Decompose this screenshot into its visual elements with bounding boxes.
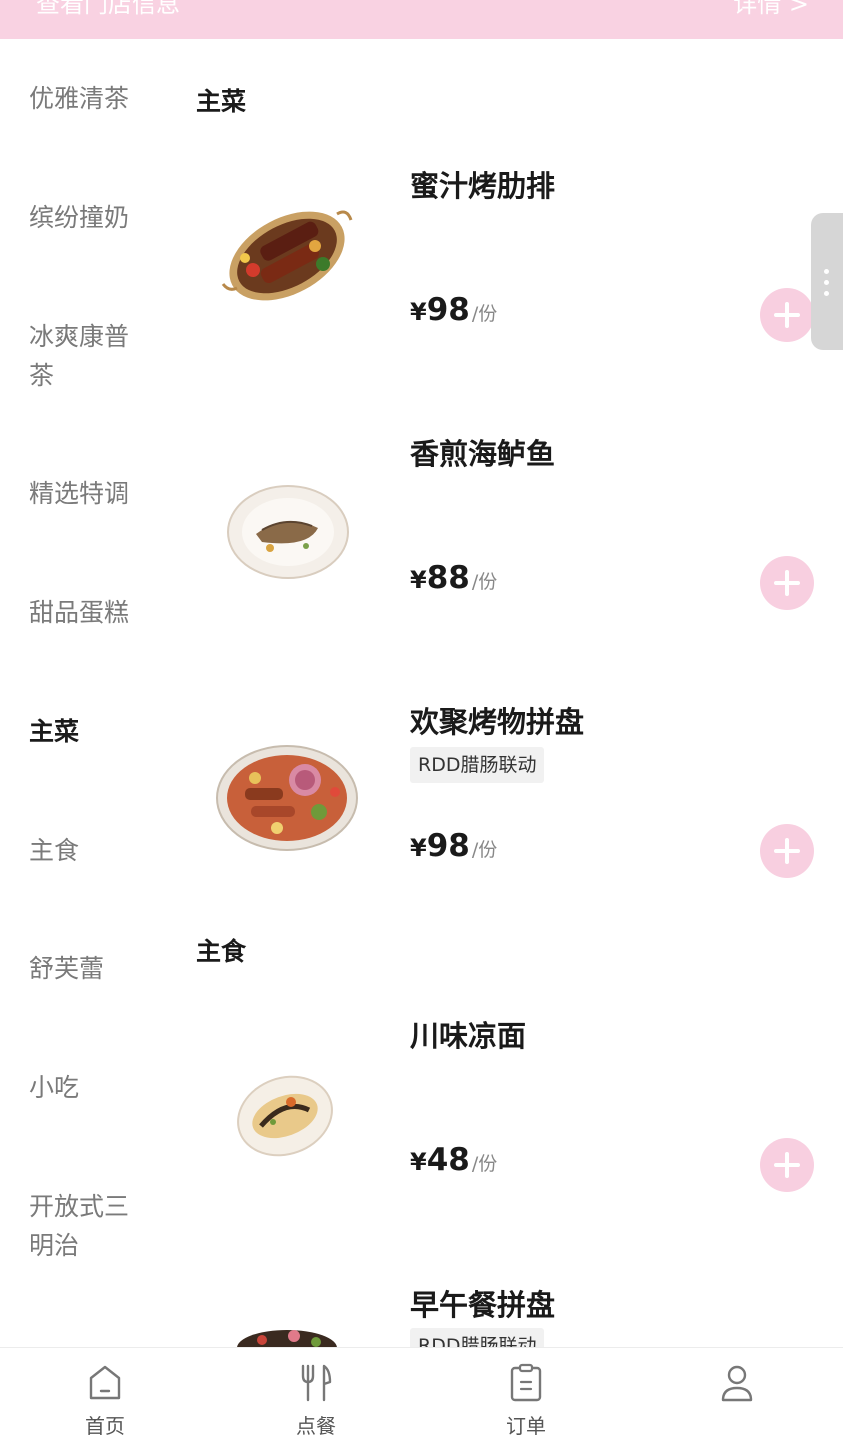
- details-link[interactable]: 详情 >: [733, 0, 809, 19]
- tab-label: 订单: [506, 1414, 546, 1438]
- store-info-banner[interactable]: 查看门店信息 详情 >: [0, 0, 843, 39]
- dish-image-ribs[interactable]: [215, 198, 360, 310]
- add-to-cart-button[interactable]: [760, 1138, 814, 1192]
- section-title: 主菜: [196, 87, 247, 116]
- add-to-cart-button[interactable]: [760, 288, 814, 342]
- category-item[interactable]: 开放式三明治: [29, 1187, 149, 1265]
- dish-image-grill-platter[interactable]: [215, 742, 360, 854]
- order-list-icon: [510, 1363, 542, 1402]
- tab-profile[interactable]: [677, 1348, 797, 1443]
- promo-tag: RDD腊肠联动: [410, 747, 545, 783]
- dish-name[interactable]: 蜜汁烤肋排: [410, 163, 555, 205]
- category-sidebar: 优雅清茶 缤纷撞奶 冰爽康普茶 精选特调 甜品蛋糕 主菜 主食 舒芙蕾 小吃 开…: [0, 39, 180, 1347]
- dish-price: ¥48/份: [410, 1142, 498, 1178]
- tab-orders[interactable]: 订单: [466, 1348, 586, 1443]
- dish-name[interactable]: 欢聚烤物拼盘: [410, 699, 584, 741]
- category-item[interactable]: 小吃: [29, 1068, 149, 1107]
- category-item[interactable]: 主食: [29, 831, 149, 870]
- dish-image-cold-noodles[interactable]: [233, 1072, 337, 1158]
- dish-price: ¥88/份: [410, 560, 498, 596]
- store-info-text: 查看门店信息: [36, 0, 180, 18]
- dish-price: ¥98/份: [410, 828, 498, 864]
- tab-label: 首页: [85, 1414, 125, 1438]
- category-item[interactable]: 舒芙蕾: [29, 949, 149, 988]
- category-item-active[interactable]: 主菜: [29, 712, 149, 751]
- fork-knife-icon: [301, 1364, 332, 1402]
- category-item[interactable]: 甜品蛋糕: [29, 593, 149, 632]
- dish-name[interactable]: 香煎海鲈鱼: [410, 431, 555, 473]
- dish-image-sea-bass[interactable]: [226, 482, 350, 582]
- category-item[interactable]: 冰爽康普茶: [29, 317, 149, 395]
- add-to-cart-button[interactable]: [760, 824, 814, 878]
- bottom-tab-bar: 首页 点餐 订单: [0, 1347, 843, 1443]
- tab-label: 点餐: [296, 1414, 336, 1438]
- category-item[interactable]: 缤纷撞奶: [29, 198, 149, 237]
- tab-order-food[interactable]: 点餐: [256, 1348, 376, 1443]
- user-icon: [721, 1365, 753, 1402]
- dish-name[interactable]: 早午餐拼盘: [410, 1282, 555, 1324]
- add-to-cart-button[interactable]: [760, 556, 814, 610]
- category-item[interactable]: 优雅清茶: [29, 79, 149, 118]
- section-title: 主食: [196, 937, 247, 966]
- dish-name[interactable]: 川味凉面: [410, 1013, 526, 1055]
- tab-home[interactable]: 首页: [45, 1348, 165, 1443]
- category-item[interactable]: 精选特调: [29, 474, 149, 513]
- floating-menu-handle[interactable]: [811, 213, 843, 350]
- home-icon: [89, 1365, 121, 1400]
- dish-price: ¥98/份: [410, 292, 498, 328]
- dish-image-brunch-platter[interactable]: [232, 1326, 342, 1347]
